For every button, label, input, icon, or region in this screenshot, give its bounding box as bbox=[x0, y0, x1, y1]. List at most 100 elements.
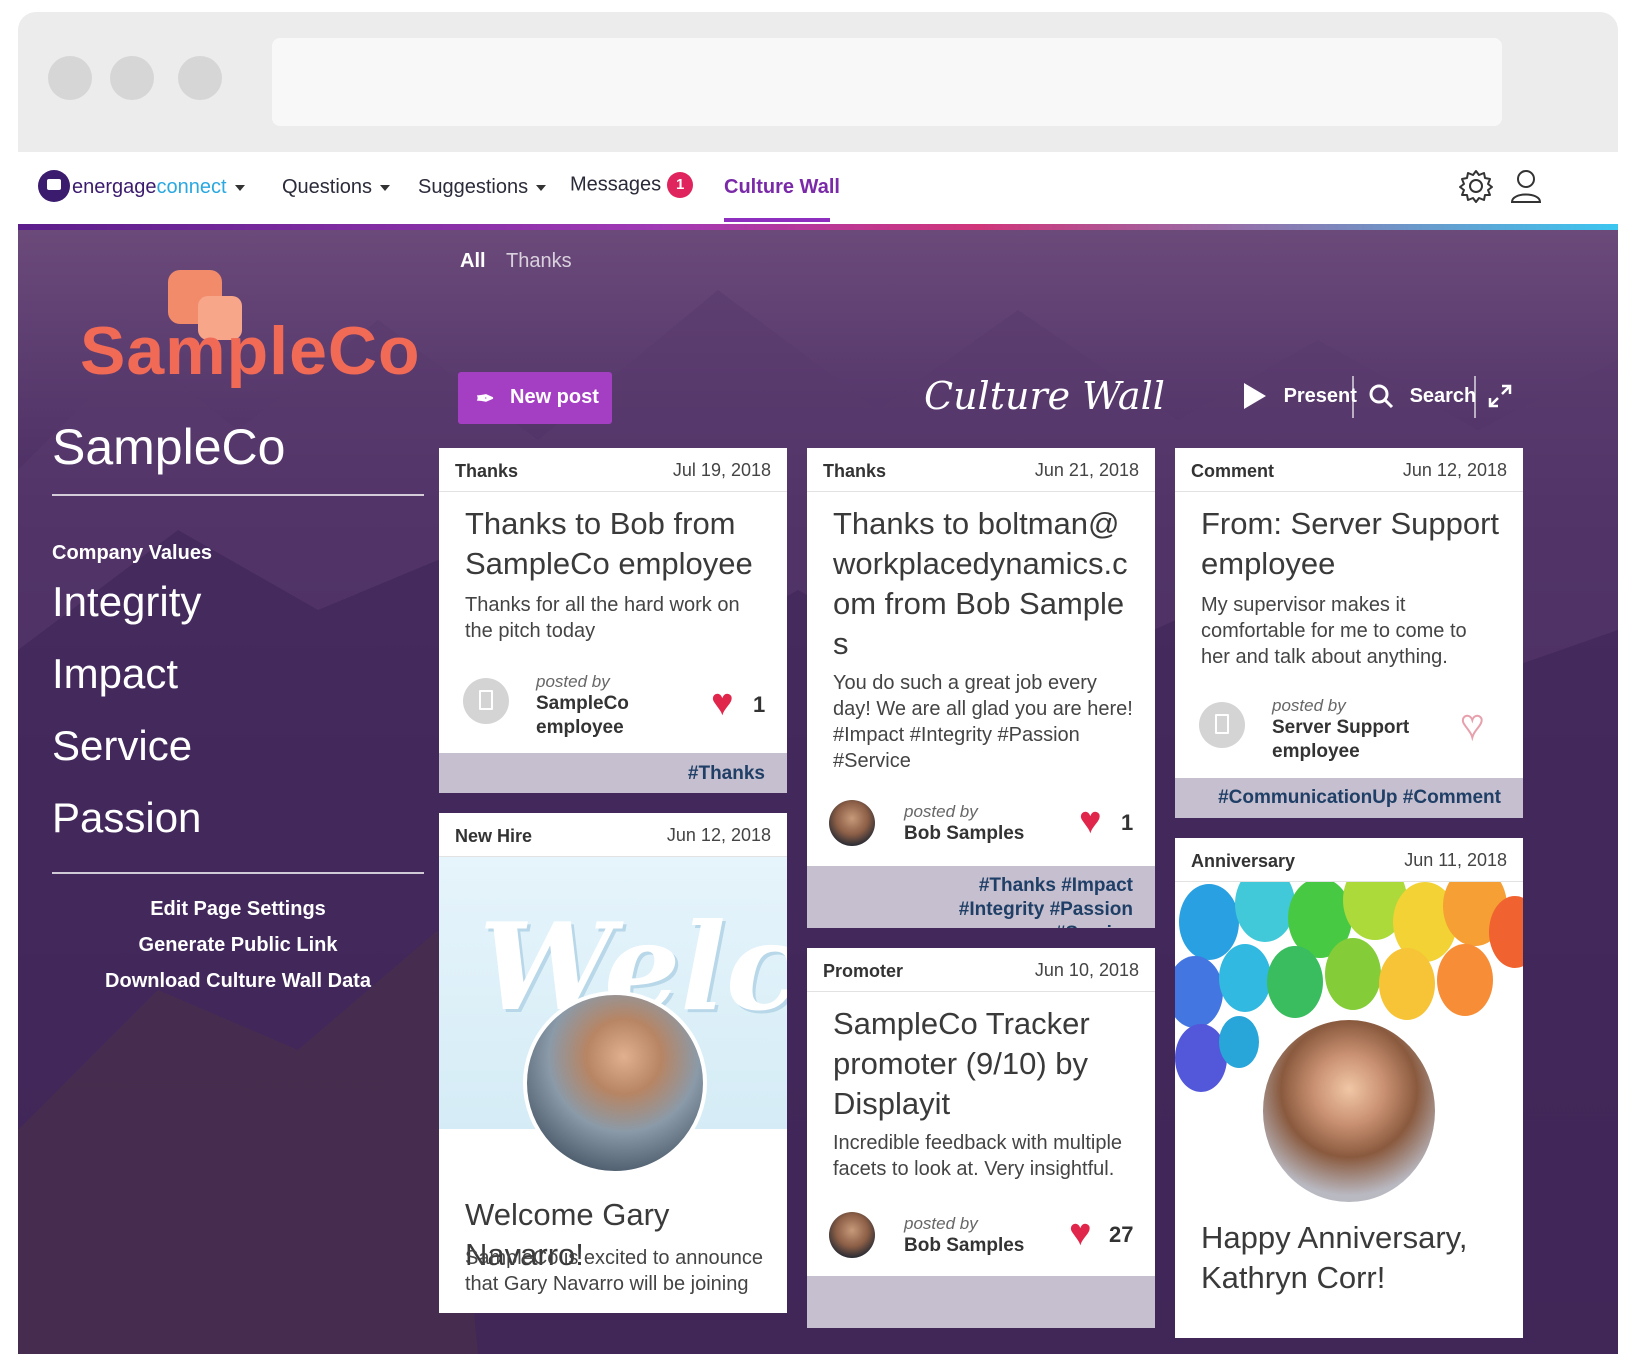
feather-icon: ✒ bbox=[476, 386, 495, 411]
card-type: Thanks bbox=[823, 461, 887, 481]
play-icon bbox=[1244, 383, 1266, 409]
card-type: Anniversary bbox=[1191, 851, 1296, 871]
energage-logo-icon[interactable] bbox=[38, 170, 70, 202]
avatar bbox=[829, 1212, 875, 1258]
poster-name: Bob Samples bbox=[904, 1235, 1025, 1256]
card-header: Thanks Jun 21, 2018 bbox=[807, 448, 1155, 492]
nav-suggestions-label: Suggestions bbox=[418, 176, 529, 198]
post-card[interactable]: Comment Jun 12, 2018 From: Server Suppor… bbox=[1175, 448, 1523, 818]
nav-suggestions[interactable]: Suggestions bbox=[418, 176, 547, 199]
new-post-button[interactable]: ✒ New post bbox=[458, 372, 612, 424]
new-hire-photo bbox=[523, 991, 707, 1175]
card-date: Jun 12, 2018 bbox=[1402, 460, 1507, 480]
browser-chrome bbox=[18, 12, 1618, 152]
brand-menu[interactable]: energageconnect bbox=[72, 176, 245, 199]
card-date: Jul 19, 2018 bbox=[672, 460, 771, 480]
post-card[interactable]: Anniversary Jun 11, 2018 Happy Anniversa… bbox=[1175, 838, 1523, 1338]
card-body: Thanks for all the hard work on the pitc… bbox=[465, 594, 740, 642]
filter-all[interactable]: All bbox=[460, 250, 486, 273]
download-culture-wall-data-link[interactable]: Download Culture Wall Data bbox=[52, 970, 424, 993]
card-tags[interactable]: #Thanks #Impact #Integrity #Passion #Ser… bbox=[807, 866, 1155, 928]
post-card[interactable]: New Hire Jun 12, 2018 Welcom Welcome Gar… bbox=[439, 813, 787, 1313]
expand-icon[interactable] bbox=[1486, 382, 1514, 410]
like-count: 1 bbox=[753, 692, 766, 717]
value-passion: Passion bbox=[52, 794, 202, 841]
window-minimize-dot[interactable] bbox=[110, 56, 154, 100]
company-name: SampleCo bbox=[52, 419, 286, 475]
card-title: Thanks to Bob from SampleCo employee bbox=[465, 506, 753, 581]
gear-icon[interactable] bbox=[1456, 166, 1496, 206]
chevron-down-icon bbox=[234, 184, 245, 191]
card-header: Anniversary Jun 11, 2018 bbox=[1175, 838, 1523, 882]
heart-icon[interactable]: ♥ bbox=[1079, 802, 1102, 840]
like-count: 27 bbox=[1109, 1222, 1134, 1247]
card-date: Jun 21, 2018 bbox=[1034, 460, 1139, 480]
card-header: Promoter Jun 10, 2018 bbox=[807, 948, 1155, 992]
nav-questions[interactable]: Questions bbox=[282, 176, 391, 199]
card-tags[interactable]: #CommunicationUp #Comment bbox=[1175, 778, 1523, 818]
search-button[interactable]: Search bbox=[1368, 382, 1476, 410]
company-values-label: Company Values bbox=[52, 542, 213, 564]
poster-name: Server Support employee bbox=[1272, 717, 1410, 762]
active-tab-underline bbox=[724, 218, 830, 222]
top-nav: energageconnect Questions Suggestions Me… bbox=[18, 152, 1618, 224]
avatar bbox=[463, 678, 509, 724]
avatar bbox=[1199, 702, 1245, 748]
nav-messages[interactable]: Messages 1 bbox=[570, 172, 694, 198]
posted-by-label: posted by bbox=[904, 1214, 978, 1233]
posted-by-label: posted by bbox=[1272, 696, 1346, 715]
card-date: Jun 10, 2018 bbox=[1034, 960, 1139, 980]
filter-thanks[interactable]: Thanks bbox=[506, 250, 572, 273]
nav-messages-label: Messages bbox=[570, 173, 662, 196]
present-button[interactable]: Present bbox=[1242, 382, 1357, 410]
post-card[interactable]: Promoter Jun 10, 2018 SampleCo Tracker p… bbox=[807, 948, 1155, 1328]
posted-by-label: posted by bbox=[536, 672, 610, 691]
post-card[interactable]: Thanks Jul 19, 2018 Thanks to Bob from S… bbox=[439, 448, 787, 793]
building-icon bbox=[1215, 714, 1229, 734]
card-tags[interactable] bbox=[807, 1276, 1155, 1328]
toolbar-separator bbox=[1474, 376, 1476, 418]
heart-icon[interactable]: ♥ bbox=[1069, 1214, 1092, 1252]
poster-name: Bob Samples bbox=[904, 823, 1025, 844]
value-integrity: Integrity bbox=[52, 578, 202, 625]
card-header: New Hire Jun 12, 2018 bbox=[439, 813, 787, 857]
card-title: Thanks to boltman@workplacedynamics.com … bbox=[833, 506, 1128, 661]
search-icon bbox=[1369, 384, 1394, 409]
card-type: Thanks bbox=[455, 461, 519, 481]
chevron-down-icon bbox=[536, 184, 547, 191]
card-type: New Hire bbox=[455, 826, 533, 846]
card-date: Jun 11, 2018 bbox=[1404, 850, 1507, 870]
card-body: SampleCo is excited to announce that Gar… bbox=[465, 1247, 763, 1295]
search-label: Search bbox=[1409, 384, 1477, 407]
card-tags[interactable]: #Thanks bbox=[439, 753, 787, 793]
generate-public-link[interactable]: Generate Public Link bbox=[52, 934, 424, 957]
heart-outline-icon[interactable]: ♥ bbox=[1460, 705, 1485, 745]
user-icon[interactable] bbox=[1506, 166, 1546, 206]
messages-count-badge: 1 bbox=[667, 172, 694, 198]
posted-by-label: posted by bbox=[904, 802, 978, 821]
new-post-label: New post bbox=[510, 386, 599, 408]
card-body: Incredible feedback with multiple facets… bbox=[833, 1132, 1123, 1180]
culture-wall-main: SampleCo SampleCo Company Values Integri… bbox=[18, 230, 1618, 1354]
poster-name: SampleCo employee bbox=[536, 693, 629, 738]
window-close-dot[interactable] bbox=[48, 56, 92, 100]
address-bar[interactable] bbox=[272, 38, 1502, 126]
nav-culture-wall[interactable]: Culture Wall bbox=[724, 176, 840, 199]
avatar bbox=[829, 800, 875, 846]
post-card[interactable]: Thanks Jun 21, 2018 Thanks to boltman@wo… bbox=[807, 448, 1155, 928]
sampleco-logo-text: SampleCo bbox=[80, 313, 421, 389]
value-service: Service bbox=[52, 722, 193, 769]
value-impact: Impact bbox=[52, 650, 179, 697]
brand-suffix: connect bbox=[156, 176, 227, 198]
like-count: 1 bbox=[1121, 810, 1134, 835]
heart-icon[interactable]: ♥ bbox=[711, 684, 734, 722]
window-maximize-dot[interactable] bbox=[178, 56, 222, 100]
edit-page-settings-link[interactable]: Edit Page Settings bbox=[52, 898, 424, 921]
card-date: Jun 12, 2018 bbox=[666, 825, 771, 845]
nav-questions-label: Questions bbox=[282, 176, 373, 198]
card-title: From: Server Support employee bbox=[1201, 506, 1500, 581]
card-header: Comment Jun 12, 2018 bbox=[1175, 448, 1523, 492]
chevron-down-icon bbox=[380, 184, 391, 191]
card-type: Promoter bbox=[823, 961, 904, 981]
card-title: Happy Anniversary, Kathryn Corr! bbox=[1201, 1220, 1468, 1295]
